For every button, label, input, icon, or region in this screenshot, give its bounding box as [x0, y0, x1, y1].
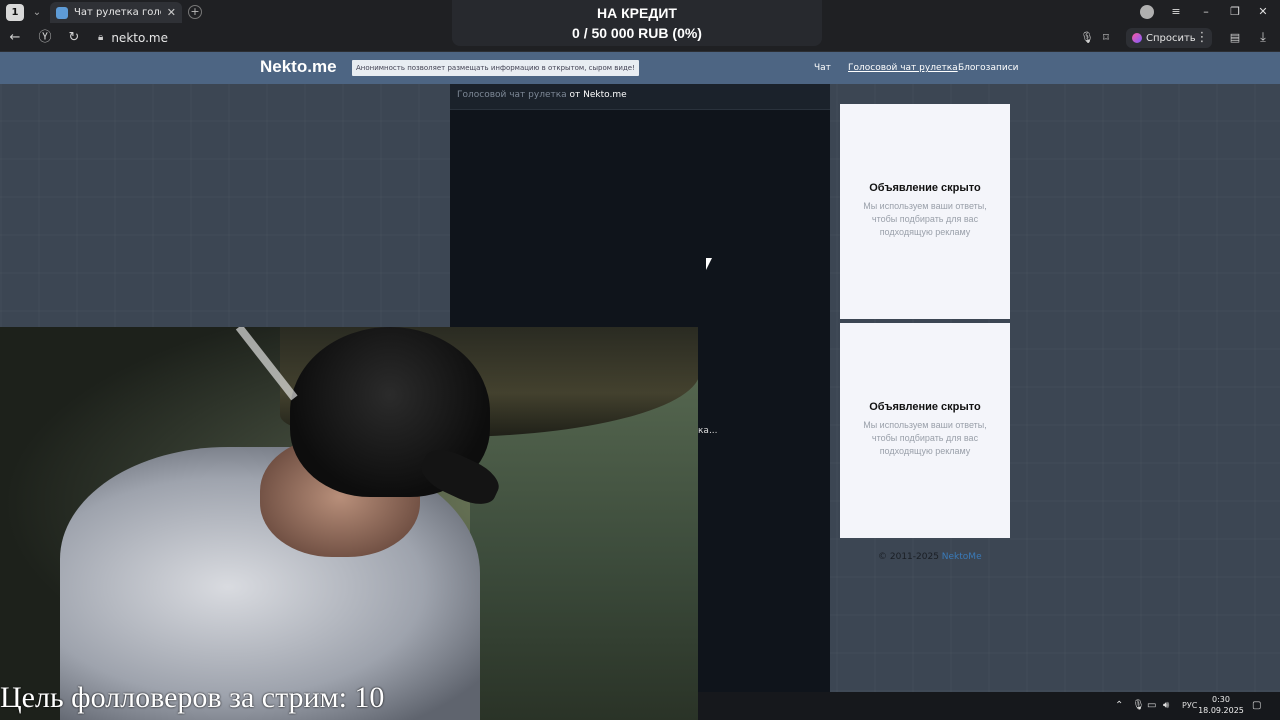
credit-progress: 0 / 50 000 RUB (0%) [572, 25, 702, 41]
profile-avatar[interactable] [1140, 5, 1154, 19]
more-vertical-icon[interactable]: ⋮ [1193, 29, 1211, 47]
site-header [0, 52, 1280, 84]
restore-icon[interactable]: ❐ [1225, 4, 1245, 20]
chevron-down-icon[interactable]: ⌄ [30, 4, 44, 21]
panel-title-link[interactable]: Голосовой чат рулетка [457, 90, 567, 100]
reload-icon[interactable]: ↻ [65, 29, 83, 47]
panel-title-rest: от Nekto.me [566, 90, 627, 100]
nav-link-voice-roulette[interactable]: Голосовой чат рулетка [848, 62, 958, 74]
ad-subtitle: Мы используем ваши ответы, чтобы подбира… [863, 420, 987, 456]
yandex-icon[interactable]: Ⓨ [36, 29, 54, 47]
credit-goal-overlay: НА КРЕДИТ 0 / 50 000 RUB (0%) [452, 0, 822, 46]
url-field[interactable]: 🔒︎ nekto.me [98, 29, 168, 47]
taskbar-clock[interactable]: 0:30 18.09.2025 [1198, 694, 1244, 716]
chevron-up-icon[interactable]: ⌃ [1115, 699, 1123, 713]
tab-count-badge[interactable]: 1 [6, 4, 24, 21]
browser-tab-active[interactable]: Чат рулетка голосовая ✕ [50, 2, 182, 23]
credit-title: НА КРЕДИТ [597, 5, 677, 21]
followers-goal-text: Цель фолловеров за стрим: 10 [0, 681, 385, 714]
ad-block[interactable]: Объявление скрыто Мы используем ваши отв… [840, 104, 1010, 319]
favicon-icon [56, 6, 68, 19]
tab-title: Чат рулетка голосовая [74, 7, 161, 18]
copyright-text: © 2011-2025 [878, 552, 942, 562]
alice-icon [1132, 33, 1142, 43]
clock-date: 18.09.2025 [1198, 706, 1244, 715]
download-icon[interactable]: ⤓ [1254, 29, 1272, 47]
webcam-feed [0, 327, 698, 720]
bookmark-icon[interactable]: ⌑ [1097, 29, 1115, 47]
ad-subtitle: Мы используем ваши ответы, чтобы подбира… [863, 201, 987, 237]
collections-icon[interactable]: ▤ [1226, 29, 1244, 47]
url-text: nekto.me [111, 31, 168, 45]
clock-time: 0:30 [1212, 695, 1230, 704]
minimize-icon[interactable]: – [1196, 4, 1216, 20]
site-tagline: Анонимность позволяет размещать информац… [352, 60, 639, 76]
nav-link-blog[interactable]: Блогозаписи [958, 62, 1019, 74]
notification-icon[interactable]: ▢ [1252, 699, 1261, 713]
new-tab-button[interactable]: + [188, 5, 202, 19]
chat-panel-header: Голосовой чат рулетка от Nekto.me [450, 84, 830, 110]
microphone-tray-icon[interactable]: 🎙︎ [1132, 699, 1145, 713]
close-window-icon[interactable]: ✕ [1253, 4, 1273, 20]
panel-truncated-text: ка... [698, 426, 718, 436]
ad-title: Объявление скрыто [869, 401, 981, 413]
ad-title: Объявление скрыто [869, 182, 981, 194]
microphone-icon[interactable]: 🎙︎ [1078, 29, 1096, 47]
site-logo[interactable]: Nekto.me [260, 57, 337, 77]
footer-copyright: © 2011-2025 NektoMe [878, 552, 982, 562]
ad-block[interactable]: Объявление скрыто Мы используем ваши отв… [840, 323, 1010, 538]
back-arrow-icon[interactable]: ← [6, 29, 24, 47]
nav-link-chat[interactable]: Чат [814, 62, 831, 74]
menu-icon[interactable]: ≡ [1166, 4, 1186, 20]
lock-icon: 🔒︎ [98, 32, 104, 43]
network-icon[interactable]: ▭ [1147, 699, 1156, 713]
close-icon[interactable]: ✕ [167, 6, 176, 19]
language-indicator[interactable]: РУС [1182, 699, 1197, 713]
footer-brand-link[interactable]: NektoMe [942, 552, 982, 562]
ask-label: Спросить [1146, 32, 1196, 44]
mouse-cursor-icon [706, 258, 718, 270]
volume-icon[interactable]: 🔊︎ [1163, 699, 1169, 713]
